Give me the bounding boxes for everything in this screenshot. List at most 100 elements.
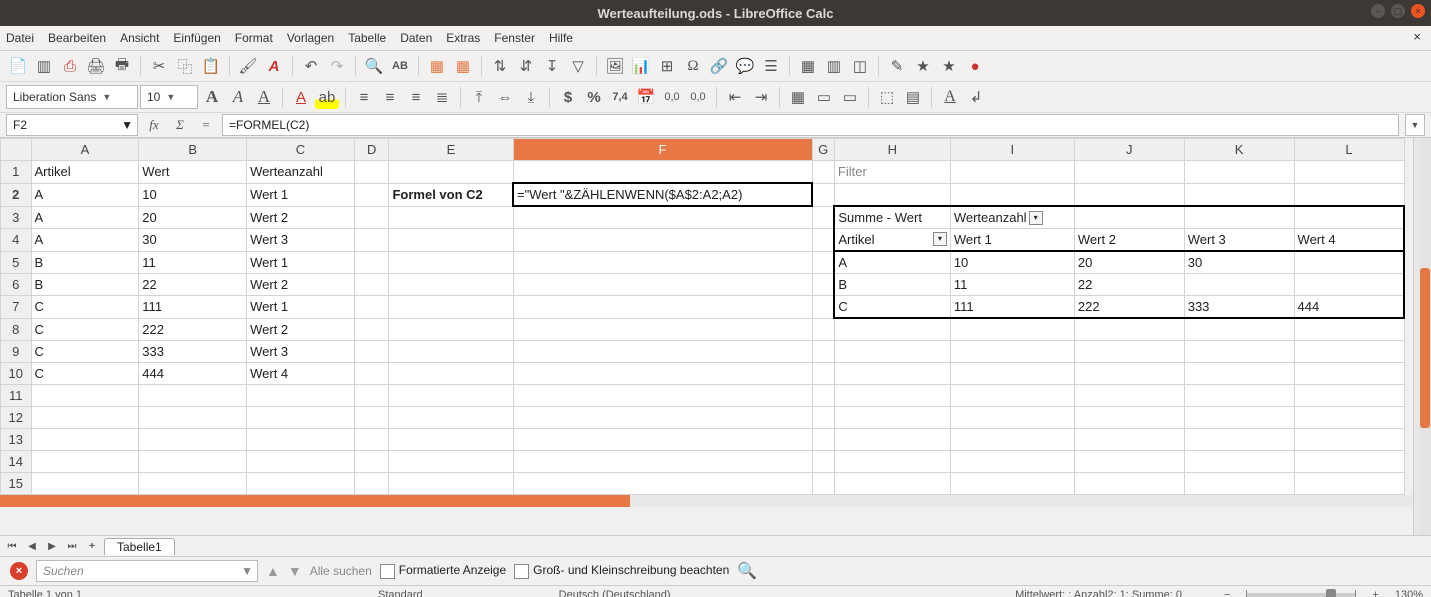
- cell[interactable]: [389, 407, 513, 429]
- borders-icon[interactable]: ▦: [786, 85, 810, 109]
- special-char-icon[interactable]: Ω: [681, 54, 705, 78]
- row-header[interactable]: 7: [1, 296, 32, 319]
- equals-icon[interactable]: =: [196, 117, 216, 133]
- menu-vorlagen[interactable]: Vorlagen: [287, 31, 334, 45]
- row-header[interactable]: 5: [1, 251, 32, 274]
- chart-icon[interactable]: 📊: [629, 54, 653, 78]
- cell[interactable]: [31, 385, 139, 407]
- cell[interactable]: [513, 296, 812, 319]
- cell[interactable]: [1074, 407, 1184, 429]
- cell[interactable]: B: [31, 274, 139, 296]
- pivot-cell[interactable]: Wert 2: [1074, 229, 1184, 252]
- cell[interactable]: [1074, 385, 1184, 407]
- undo-icon[interactable]: ↶: [299, 54, 323, 78]
- pivot-cell[interactable]: [1294, 274, 1404, 296]
- pivot-cell[interactable]: [1294, 251, 1404, 274]
- cell[interactable]: [513, 451, 812, 473]
- close-button[interactable]: ×: [1411, 4, 1425, 18]
- pivot-cell[interactable]: 22: [1074, 274, 1184, 296]
- cell[interactable]: [1294, 341, 1404, 363]
- cell[interactable]: [354, 318, 389, 341]
- cell[interactable]: [513, 473, 812, 495]
- close-find-icon[interactable]: ×: [10, 562, 28, 580]
- cell[interactable]: [950, 451, 1074, 473]
- menu-hilfe[interactable]: Hilfe: [549, 31, 573, 45]
- cell[interactable]: [834, 385, 950, 407]
- pivot-cell[interactable]: Artikel▾: [834, 229, 950, 252]
- autofilter-icon[interactable]: ▽: [566, 54, 590, 78]
- cond-format-icon[interactable]: ▤: [901, 85, 925, 109]
- cell[interactable]: 222: [139, 318, 247, 341]
- col-header-C[interactable]: C: [247, 139, 355, 161]
- page-style[interactable]: Standard: [378, 589, 423, 597]
- cell[interactable]: [354, 429, 389, 451]
- valign-bot-icon[interactable]: ⤓: [519, 85, 543, 109]
- cell[interactable]: [389, 229, 513, 252]
- comment-icon[interactable]: 💬: [733, 54, 757, 78]
- cell[interactable]: [950, 341, 1074, 363]
- match-case-checkbox[interactable]: Groß- und Kleinschreibung beachten: [514, 563, 729, 578]
- cell[interactable]: [513, 429, 812, 451]
- cell[interactable]: [513, 229, 812, 252]
- spreadsheet-grid[interactable]: A B C D E F G H I J K L 1 Artikel Wert W…: [0, 138, 1405, 495]
- font-color-icon[interactable]: A: [289, 85, 313, 109]
- cell[interactable]: [389, 363, 513, 385]
- cell[interactable]: [812, 318, 834, 341]
- pivot-icon[interactable]: ⊞: [655, 54, 679, 78]
- col-header-E[interactable]: E: [389, 139, 513, 161]
- cell[interactable]: [1074, 429, 1184, 451]
- cell[interactable]: [1074, 363, 1184, 385]
- cell[interactable]: [1074, 183, 1184, 206]
- find-options-icon[interactable]: 🔍: [737, 561, 757, 581]
- border-style-icon[interactable]: ▭: [812, 85, 836, 109]
- cell[interactable]: [1184, 429, 1294, 451]
- cell[interactable]: [354, 385, 389, 407]
- cell[interactable]: Filter: [834, 161, 950, 184]
- cell[interactable]: Wert 1: [247, 251, 355, 274]
- col-icon[interactable]: ▦: [451, 54, 475, 78]
- cell[interactable]: [31, 429, 139, 451]
- cell[interactable]: [354, 161, 389, 184]
- freeze-icon[interactable]: ▦: [796, 54, 820, 78]
- menu-daten[interactable]: Daten: [400, 31, 432, 45]
- pivot-cell[interactable]: 111: [950, 296, 1074, 319]
- cell[interactable]: [389, 251, 513, 274]
- sort-icon[interactable]: ↧: [540, 54, 564, 78]
- cell[interactable]: [812, 274, 834, 296]
- cell[interactable]: [950, 161, 1074, 184]
- cell[interactable]: Wert 1: [247, 296, 355, 319]
- pivot-cell[interactable]: Werteanzahl▾: [950, 206, 1074, 229]
- cell[interactable]: [389, 473, 513, 495]
- copy-icon[interactable]: ⿻: [173, 54, 197, 78]
- menu-extras[interactable]: Extras: [446, 31, 480, 45]
- cell[interactable]: [389, 318, 513, 341]
- cell[interactable]: [247, 451, 355, 473]
- cell[interactable]: [354, 183, 389, 206]
- col-header-G[interactable]: G: [812, 139, 834, 161]
- cell[interactable]: [389, 385, 513, 407]
- pivot-cell[interactable]: Wert 3: [1184, 229, 1294, 252]
- cell[interactable]: Wert 2: [247, 206, 355, 229]
- add-sheet-icon[interactable]: +: [84, 541, 100, 552]
- cell[interactable]: [834, 473, 950, 495]
- function-wizard-icon[interactable]: fx: [144, 117, 164, 133]
- cell[interactable]: 10: [139, 183, 247, 206]
- cell[interactable]: A: [31, 206, 139, 229]
- open-icon[interactable]: ▥: [32, 54, 56, 78]
- menu-format[interactable]: Format: [235, 31, 273, 45]
- cell[interactable]: [834, 341, 950, 363]
- cell[interactable]: 444: [139, 363, 247, 385]
- menu-einfuegen[interactable]: Einfügen: [173, 31, 220, 45]
- cell[interactable]: [1074, 318, 1184, 341]
- record-icon[interactable]: ●: [963, 54, 987, 78]
- currency-icon[interactable]: $: [556, 85, 580, 109]
- last-sheet-icon[interactable]: ⏭: [64, 541, 80, 552]
- clear-format-icon[interactable]: A: [262, 54, 286, 78]
- cell[interactable]: [139, 451, 247, 473]
- row-header[interactable]: 13: [1, 429, 32, 451]
- cell[interactable]: Wert 2: [247, 318, 355, 341]
- expand-formula-icon[interactable]: ▼: [1405, 114, 1425, 136]
- bold-icon[interactable]: A: [200, 85, 224, 109]
- hyperlink-icon[interactable]: 🔗: [707, 54, 731, 78]
- cell[interactable]: [812, 407, 834, 429]
